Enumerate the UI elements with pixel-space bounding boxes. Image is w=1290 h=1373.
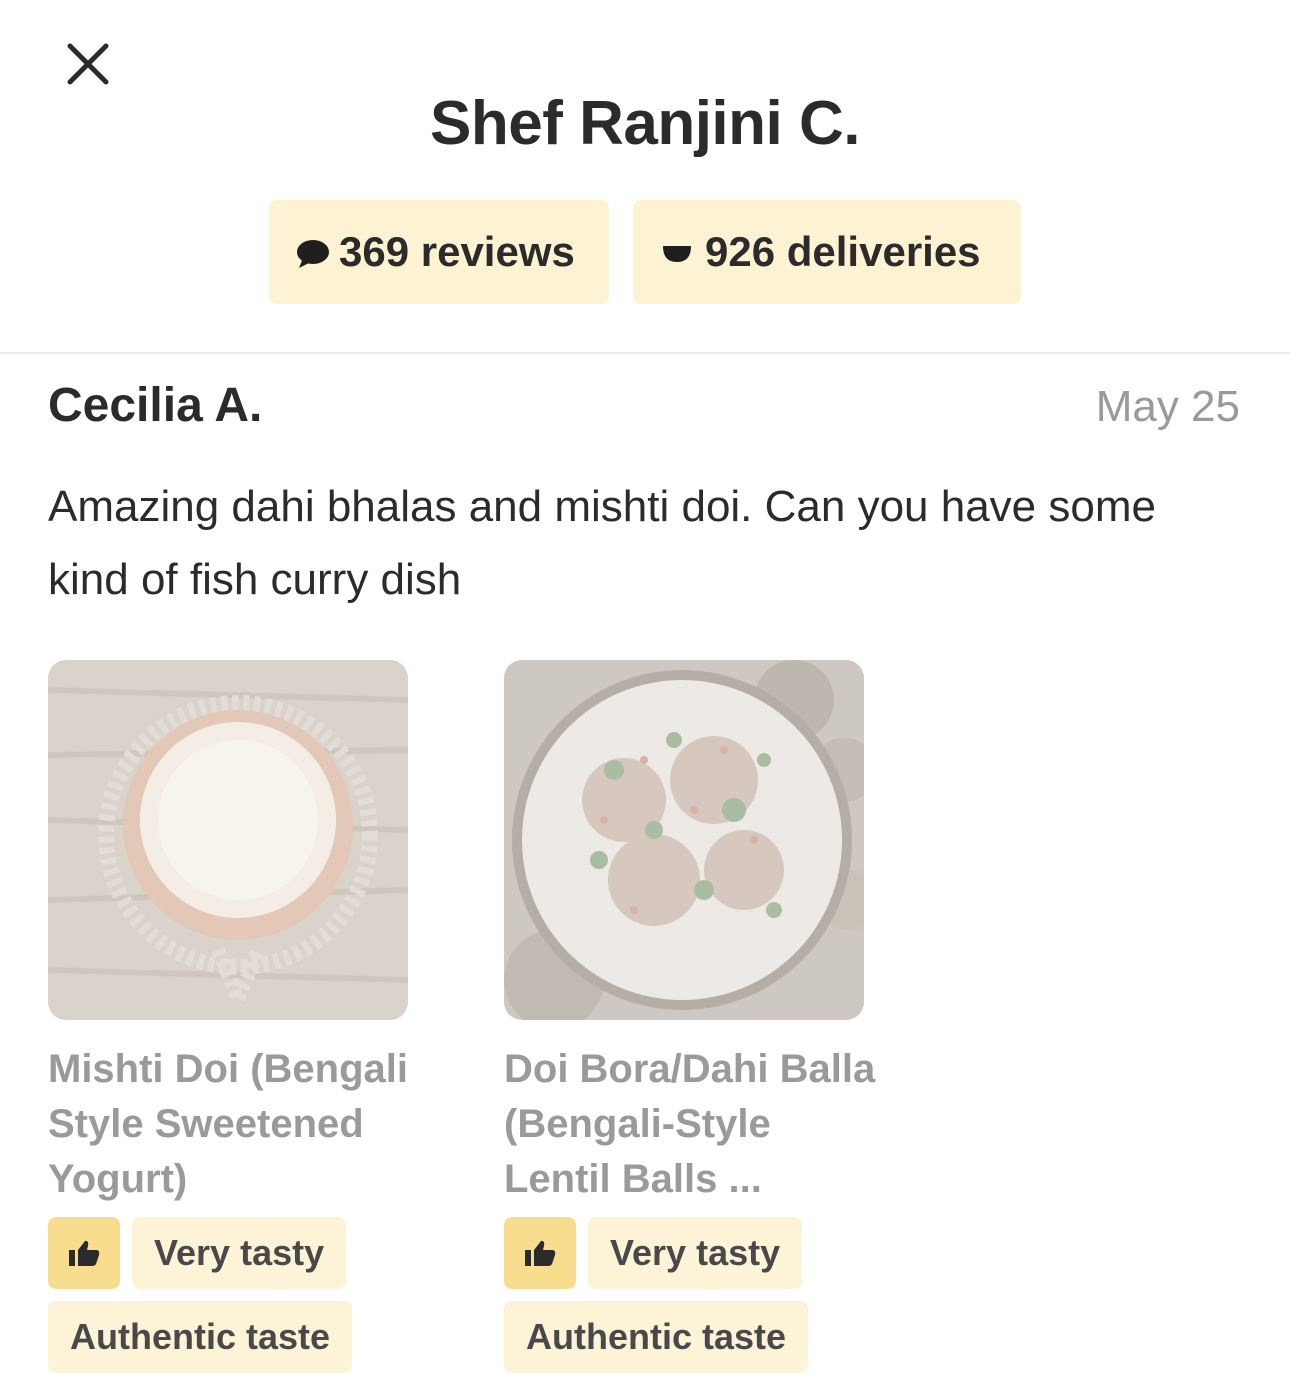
dish-image-doi-bora[interactable] <box>504 660 864 1020</box>
dish-card[interactable]: Doi Bora/Dahi Balla (Bengali-Style Lenti… <box>504 660 875 1373</box>
tag-chip: Authentic taste <box>504 1301 809 1373</box>
thumbs-up-chip <box>504 1217 576 1289</box>
tag-chip: Authentic taste <box>48 1301 353 1373</box>
reviews-count-chip[interactable]: 369 reviews <box>269 200 609 304</box>
dish-image-mishti-doi[interactable] <box>48 660 408 1020</box>
page-title: Shef Ranjini C. <box>430 89 860 158</box>
dish-tags: Very tasty Authentic taste <box>504 1217 924 1373</box>
dish-tags: Very tasty Authentic taste <box>48 1217 468 1373</box>
chat-bubble-icon <box>291 232 331 272</box>
dish-card[interactable]: Mishti Doi (Bengali Style Sweetened Yogu… <box>48 660 408 1373</box>
reviewer-name: Cecilia A. <box>48 379 263 432</box>
dish-name[interactable]: Doi Bora/Dahi Balla (Bengali-Style Lenti… <box>504 1042 884 1207</box>
delivery-bowl-icon <box>657 232 697 272</box>
section-divider <box>0 352 1290 354</box>
close-button[interactable] <box>62 38 114 90</box>
reviews-count-label: 369 reviews <box>339 228 575 275</box>
dish-name[interactable]: Mishti Doi (Bengali Style Sweetened Yogu… <box>48 1042 428 1207</box>
tag-chip: Very tasty <box>132 1217 347 1289</box>
deliveries-count-label: 926 deliveries <box>705 228 981 275</box>
tag-chip: Very tasty <box>588 1217 803 1289</box>
review-date: May 25 <box>1095 382 1240 431</box>
deliveries-count-chip: 926 deliveries <box>633 200 1021 304</box>
thumbs-up-icon <box>525 1240 556 1266</box>
thumbs-up-icon <box>69 1240 100 1266</box>
close-icon <box>67 43 109 85</box>
review-text: Amazing dahi bhalas and mishti doi. Can … <box>48 482 1156 604</box>
thumbs-up-chip <box>48 1217 120 1289</box>
